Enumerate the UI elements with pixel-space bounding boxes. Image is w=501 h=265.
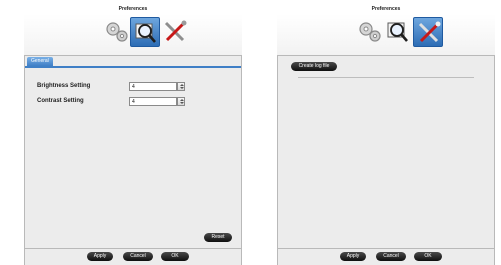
arrow-down-icon[interactable] [180,102,184,104]
contrast-value[interactable]: 4 [132,98,135,106]
arrow-down-icon[interactable] [180,87,184,89]
reset-button[interactable]: Reset [204,233,232,242]
brightness-value[interactable]: 4 [132,83,135,91]
brightness-stepper[interactable]: 4 [129,82,185,91]
apply-button[interactable]: Apply [87,252,113,261]
tab-general[interactable]: General [27,57,53,66]
contrast-stepper[interactable]: 4 [129,97,185,106]
cancel-button[interactable]: Cancel [123,252,153,261]
tab-strip: General [25,56,241,68]
tools-tool-button[interactable] [160,17,190,47]
brightness-arrows[interactable] [177,82,185,91]
gears-tool-button[interactable] [102,17,132,47]
tools-tool-button[interactable] [413,17,443,47]
ok-button[interactable]: OK [161,252,189,261]
tools-icon [164,20,187,42]
magnifier-icon [387,22,408,42]
magnifier-tool-button[interactable] [130,17,160,47]
bottom-button-bar: Apply Cancel OK [24,249,242,265]
toolbar [24,14,242,56]
panel-divider [298,77,474,78]
toolbar [277,14,495,56]
tools-icon [418,21,441,43]
brightness-label: Brightness Setting [37,83,91,89]
window-title: Preferences [118,6,148,12]
cancel-button[interactable]: Cancel [376,252,406,261]
contrast-label: Contrast Setting [37,98,84,104]
arrow-up-icon[interactable] [180,99,184,101]
ok-button[interactable]: OK [414,252,442,261]
create-log-file-button[interactable]: Create log file [291,62,337,71]
magnifier-icon [135,23,156,43]
logging-panel: Create log file [277,55,495,249]
preferences-window-right: Preferences Create log file Apply Cancel… [253,0,501,265]
window-title: Preferences [371,6,401,12]
gears-tool-button[interactable] [355,17,385,47]
preferences-window-left: Preferences General Brightness Setting 4… [0,0,248,265]
contrast-arrows[interactable] [177,97,185,106]
bottom-button-bar: Apply Cancel OK [277,249,495,265]
gears-icon [106,22,128,42]
settings-panel: General Brightness Setting 4 Contrast Se… [24,55,242,249]
magnifier-tool-button[interactable] [383,17,413,47]
apply-button[interactable]: Apply [340,252,366,261]
gears-icon [359,22,381,42]
arrow-up-icon[interactable] [180,84,184,86]
